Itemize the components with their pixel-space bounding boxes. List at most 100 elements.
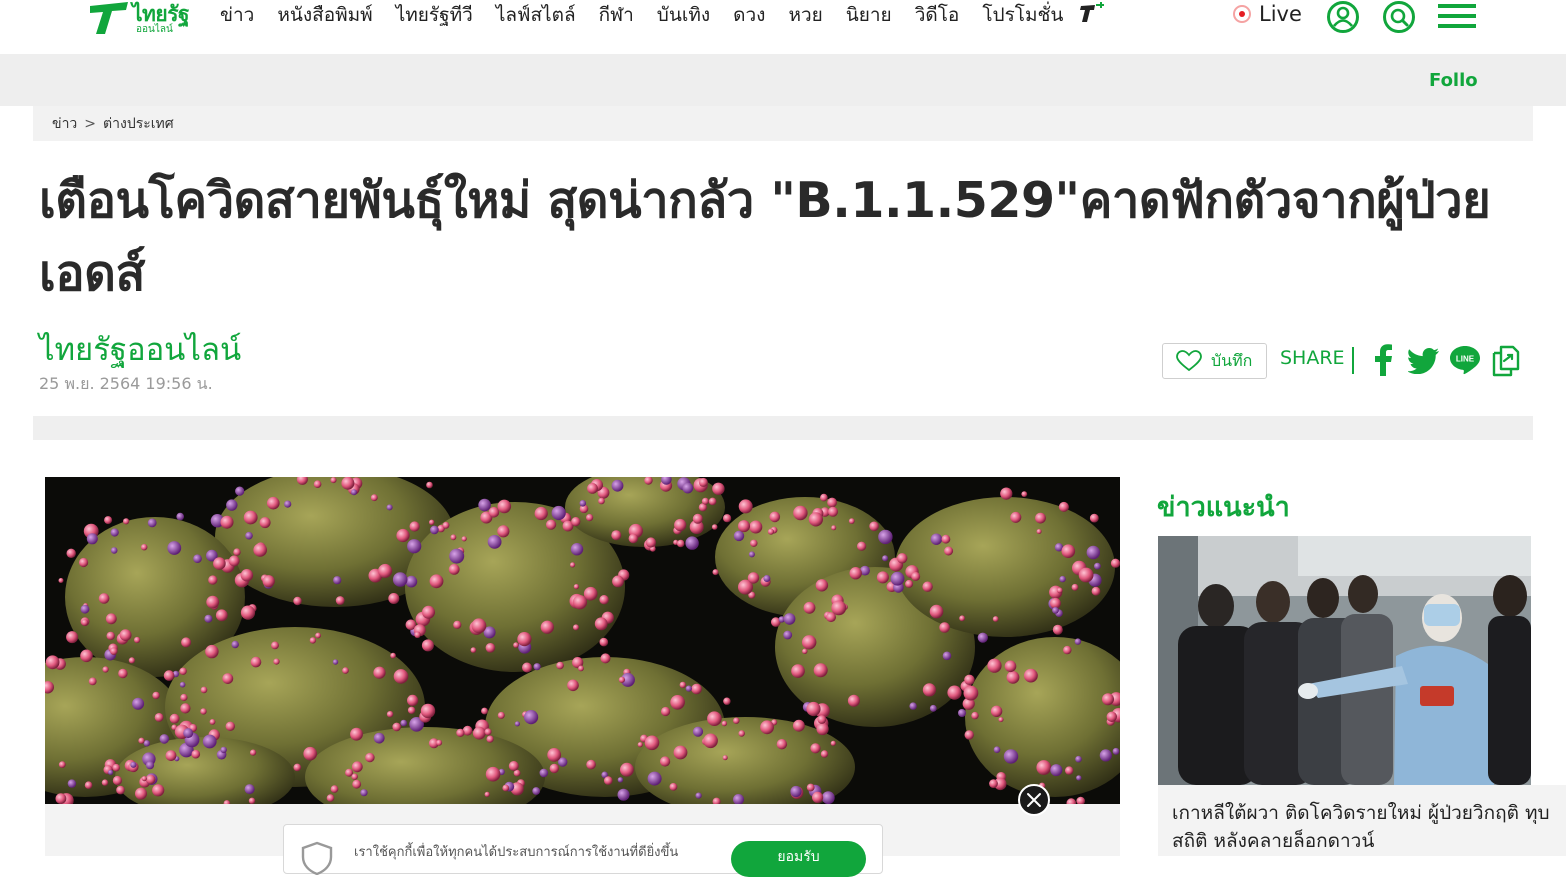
cookie-accept-button[interactable]: ยอมรับ: [731, 841, 866, 877]
virus-particle: [326, 794, 335, 802]
line-icon[interactable]: LINE: [1449, 345, 1481, 375]
breadcrumb-item-foreign[interactable]: ต่างประเทศ: [103, 113, 174, 135]
virus-particle: [815, 579, 829, 592]
virus-particle: [392, 722, 402, 732]
virus-particle: [67, 779, 77, 788]
virus-particle: [776, 739, 788, 750]
virus-particle: [749, 520, 763, 534]
menu-item-lifestyle[interactable]: ไลฟ์สไตล์: [496, 0, 576, 30]
virus-particle: [703, 733, 718, 749]
virus-particle: [645, 537, 657, 548]
save-button[interactable]: บันทึก: [1162, 343, 1267, 379]
copy-link-icon[interactable]: [1491, 345, 1521, 377]
virus-particle: [763, 575, 771, 582]
menu-item-horoscope[interactable]: ดวง: [733, 0, 765, 30]
virus-particle: [816, 722, 829, 736]
virus-particle: [1112, 747, 1120, 755]
virus-particle: [549, 763, 559, 774]
virus-particle: [132, 697, 145, 710]
virus-particle: [45, 655, 60, 670]
close-ad-button[interactable]: [1018, 784, 1050, 816]
virus-particle: [539, 768, 549, 778]
virus-particle: [670, 695, 685, 710]
virus-particle: [330, 785, 339, 793]
virus-particle: [373, 666, 386, 679]
menu-item-lottery[interactable]: หวย: [788, 0, 822, 30]
virus-particle: [386, 504, 393, 511]
menu-item-thairath-tv[interactable]: ไทยรัฐทีวี: [396, 0, 473, 30]
virus-particle: [617, 788, 630, 801]
virus-particle: [682, 482, 694, 494]
hamburger-menu-icon[interactable]: [1438, 2, 1478, 32]
virus-particle: [738, 520, 750, 533]
virus-particle: [964, 730, 974, 740]
virus-particle: [1074, 638, 1082, 645]
virus-particle: [392, 572, 408, 587]
recommended-news-card[interactable]: เกาหลีใต้ผวา ติดโควิดรายใหม่ ผู้ป่วยวิกฤ…: [1158, 536, 1566, 856]
menu-item-sports[interactable]: กีฬา: [599, 0, 634, 30]
virus-particle: [430, 525, 439, 535]
virus-particle: [817, 715, 827, 724]
virus-particle: [105, 613, 117, 625]
live-button[interactable]: Live: [1233, 2, 1302, 26]
virus-particle: [84, 781, 93, 789]
menu-item-newspaper[interactable]: หนังสือพิมพ์: [277, 0, 372, 30]
virus-particle: [102, 666, 109, 673]
follow-link[interactable]: Follow: [1429, 70, 1477, 91]
virus-particle: [783, 613, 796, 625]
virus-particle: [723, 514, 732, 523]
menu-item-news[interactable]: ข่าว: [220, 0, 254, 30]
virus-particle: [1094, 562, 1101, 570]
virus-particle: [225, 721, 235, 731]
virus-particle: [612, 575, 624, 588]
virus-particle: [351, 489, 357, 496]
search-icon[interactable]: [1382, 0, 1416, 34]
twitter-icon[interactable]: [1408, 348, 1440, 374]
virus-particle: [488, 507, 500, 518]
virus-particle: [407, 694, 419, 706]
user-account-icon[interactable]: [1326, 0, 1360, 34]
virus-particle: [342, 667, 349, 674]
virus-particle: [897, 553, 908, 564]
virus-particle: [191, 749, 201, 759]
menu-item-entertainment[interactable]: บันเทิง: [657, 0, 710, 30]
facebook-icon[interactable]: [1372, 344, 1394, 376]
article-headline: เตือนโควิดสายพันธุ์ใหม่ สุดน่ากลัว "B.1.…: [39, 172, 1491, 302]
virus-particle: [66, 548, 76, 558]
virus-particle: [793, 719, 805, 732]
virus-particle: [820, 750, 829, 758]
virus-particle: [691, 683, 702, 695]
article-source[interactable]: ไทยรัฐออนไลน์: [39, 324, 241, 374]
virus-particle: [341, 477, 355, 490]
virus-particle: [1024, 668, 1038, 683]
breadcrumb-item-news[interactable]: ข่าว: [52, 113, 77, 135]
virus-particle: [1000, 487, 1013, 500]
menu-item-novels[interactable]: นิยาย: [846, 0, 892, 30]
virus-particle: [546, 519, 557, 530]
thairath-plus-icon[interactable]: [1079, 2, 1105, 24]
virus-particle: [396, 528, 410, 543]
virus-particle: [695, 792, 702, 799]
virus-particle: [747, 572, 760, 584]
recommended-news-headline[interactable]: เกาหลีใต้ผวา ติดโควิดรายใหม่ ผู้ป่วยวิกฤ…: [1158, 785, 1566, 856]
virus-particle: [55, 793, 67, 804]
virus-particle: [971, 711, 979, 720]
virus-particle: [330, 477, 337, 484]
heart-icon: [1176, 350, 1202, 372]
virus-particle: [485, 643, 496, 653]
virus-particle: [108, 769, 114, 775]
thairath-logo[interactable]: ไทยรัฐ ออนไลน์: [86, 0, 196, 40]
menu-item-video[interactable]: วิดีโอ: [915, 0, 960, 30]
virus-particle: [929, 704, 937, 712]
virus-particle: [701, 497, 709, 505]
virus-particle: [1086, 545, 1101, 560]
virus-particle: [989, 779, 998, 788]
virus-particle: [240, 605, 256, 620]
virus-particle: [790, 785, 802, 798]
cookie-text: เราใช้คุกกี้เพื่อให้ทุกคนได้ประสบการณ์กา…: [354, 845, 679, 860]
virus-particle: [110, 547, 118, 554]
virus-particle: [578, 665, 584, 672]
virus-particle: [669, 783, 678, 791]
virus-particle: [407, 706, 416, 714]
menu-item-promotions[interactable]: โปรโมชั่น: [982, 0, 1063, 30]
